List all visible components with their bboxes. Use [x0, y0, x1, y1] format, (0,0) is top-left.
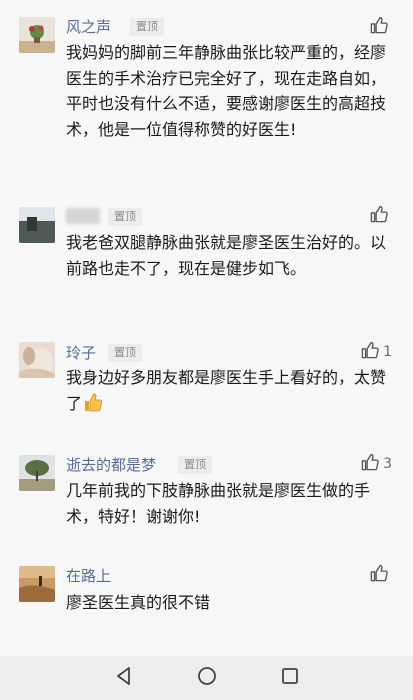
like-count: 3 [383, 456, 392, 472]
commenter-name[interactable]: 在路上 [66, 566, 111, 586]
avatar[interactable] [19, 17, 55, 53]
comment-text: 我老爸双腿静脉曲张就是廖圣医生治好的。以前路也走不了，现在是健步如飞。 [66, 233, 387, 278]
thumbs-up-emoji [82, 391, 104, 421]
comment-text: 我身边好多朋友都是廖医生手上看好的，太赞了 [66, 365, 401, 420]
system-navigation-bar [0, 656, 413, 700]
avatar[interactable] [19, 566, 55, 602]
comment-text: 我妈妈的脚前三年静脉曲张比较严重的，经廖医生的手术治疗已完全好了，现在走路自如，… [66, 43, 387, 139]
thumbs-up-icon [369, 564, 388, 587]
avatar[interactable] [19, 207, 55, 243]
back-button[interactable] [112, 666, 136, 690]
comment-text: 几年前我的下肢静脉曲张就是廖医生做的手术，特好！谢谢你! [66, 481, 371, 526]
thumbs-up-icon [360, 341, 379, 364]
pinned-badge: 置顶 [178, 456, 212, 474]
pinned-badge: 置顶 [108, 344, 142, 362]
comment-text-body: 我身边好多朋友都是廖医生手上看好的，太赞了 [66, 368, 387, 413]
home-circle-icon [197, 666, 217, 690]
thumbs-up-icon [369, 16, 388, 39]
comment-list: 风之声 置顶 我妈妈的脚前三年静脉曲张比较严重的，经廖医生的手术治疗已完全好了，… [0, 0, 413, 656]
commenter-name[interactable]: 逝去的都是梦 [66, 455, 156, 475]
pinned-badge: 置顶 [108, 208, 142, 226]
commenter-name[interactable]: 风之声 [66, 17, 111, 37]
like-button[interactable] [369, 205, 392, 228]
recents-button[interactable] [278, 666, 302, 690]
recents-square-icon [280, 666, 300, 690]
home-button[interactable] [195, 666, 219, 690]
like-button[interactable]: 3 [360, 453, 392, 476]
avatar[interactable] [19, 342, 55, 378]
back-triangle-icon [114, 666, 134, 690]
pinned-badge: 置顶 [130, 18, 164, 36]
thumbs-up-icon [360, 453, 379, 476]
like-button[interactable]: 1 [360, 341, 392, 364]
like-count: 1 [383, 344, 392, 360]
commenter-name[interactable] [66, 208, 100, 224]
commenter-name[interactable]: 玲子 [66, 343, 96, 363]
avatar[interactable] [19, 455, 55, 491]
comment-text: 廖圣医生真的很不错 [66, 593, 211, 612]
thumbs-up-icon [369, 205, 388, 228]
like-button[interactable] [369, 16, 392, 39]
like-button[interactable] [369, 564, 392, 587]
